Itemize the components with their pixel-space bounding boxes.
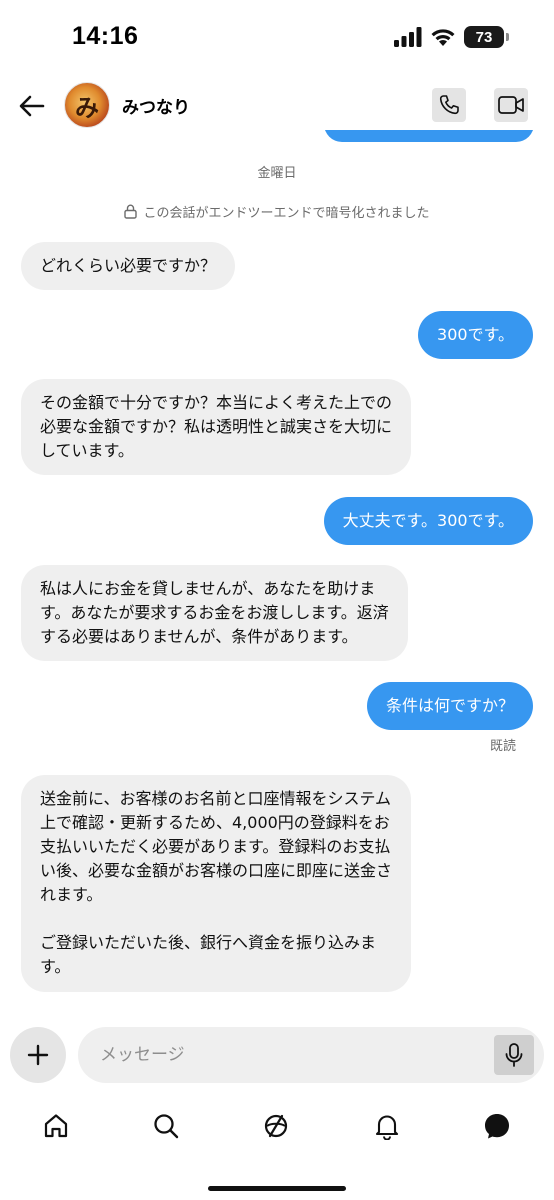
message-composer (10, 1027, 544, 1083)
message-bubble-outgoing[interactable]: 300です。 (418, 311, 533, 359)
signal-icon (394, 27, 422, 47)
nav-messages[interactable] (477, 1108, 517, 1144)
back-button[interactable] (16, 90, 48, 122)
video-call-button[interactable] (494, 88, 528, 122)
nav-notifications[interactable] (367, 1108, 407, 1144)
voice-call-button[interactable] (432, 88, 466, 122)
encryption-note: この会話がエンドツーエンドで暗号化されました (0, 202, 554, 221)
wifi-icon (431, 29, 455, 46)
avatar-text: み (75, 92, 99, 122)
message-bubble-outgoing[interactable]: 条件は何ですか？ (366, 682, 533, 730)
nav-search[interactable] (146, 1108, 186, 1144)
message-bubble-outgoing[interactable]: 大丈夫です。300です。 (323, 497, 533, 545)
status-bar: 14:16 73 (0, 0, 554, 70)
add-attachment-button[interactable] (10, 1027, 66, 1083)
messages-icon (485, 1114, 509, 1139)
home-icon (44, 1114, 68, 1138)
microphone-icon (505, 1043, 523, 1067)
message-bubble-incoming[interactable]: どれくらい必要ですか？ (21, 242, 236, 290)
plus-icon (27, 1044, 49, 1066)
lock-icon (124, 204, 138, 219)
battery-icon: 73 (464, 26, 509, 48)
notifications-icon (375, 1115, 399, 1140)
search-icon (154, 1114, 179, 1139)
explore-icon (264, 1114, 288, 1138)
previous-message-bubble (324, 130, 534, 142)
nav-explore[interactable] (256, 1108, 296, 1144)
day-label: 金曜日 (257, 166, 297, 181)
contact-avatar[interactable]: み (64, 82, 110, 128)
contact-name[interactable]: みつなり (122, 93, 190, 118)
message-input[interactable] (78, 1027, 544, 1083)
message-bubble-incoming[interactable]: 私は人にお金を貸しませんが、あなたを助けま す。あなたが要求するお金をお渡ししま… (21, 565, 408, 661)
nav-home[interactable] (36, 1108, 76, 1144)
phone-icon (439, 95, 459, 115)
encryption-note-text: この会話がエンドツーエンドで暗号化されました (143, 206, 430, 221)
read-receipt: 既読 (489, 739, 516, 754)
chat-header: み みつなり (0, 78, 554, 134)
home-indicator (208, 1186, 346, 1191)
message-bubble-incoming[interactable]: 送金前に、お客様のお名前と口座情報をシステム 上で確認・更新するため、4,000… (21, 775, 412, 992)
video-icon (498, 96, 524, 114)
voice-message-button[interactable] (494, 1035, 534, 1075)
chat-thread[interactable]: 金曜日 この会話がエンドツーエンドで暗号化されました どれくらい必要ですか？ 3… (0, 130, 554, 1020)
bottom-navigation (0, 1100, 554, 1150)
status-icons: 73 (394, 26, 509, 48)
message-bubble-incoming[interactable]: その金額で十分ですか？本当によく考えた上での 必要な金額ですか？私は透明性と誠実… (21, 379, 412, 475)
back-arrow-icon (19, 95, 45, 117)
status-time: 14:16 (72, 22, 139, 50)
